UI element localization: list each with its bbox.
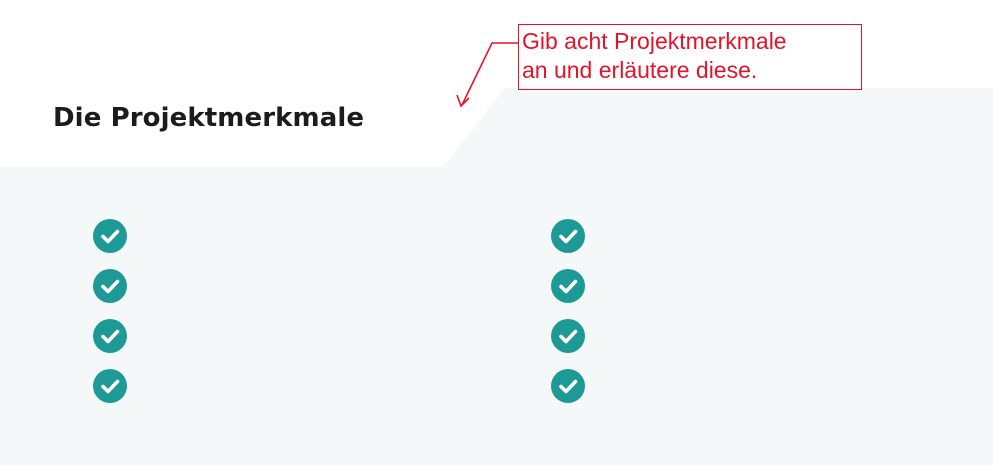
- check-circle-icon: [93, 269, 127, 303]
- check-circle-icon: [551, 319, 585, 353]
- check-circle-icon: [93, 319, 127, 353]
- features-list-left: [93, 211, 393, 411]
- feature-item: [551, 211, 851, 261]
- check-circle-icon: [551, 269, 585, 303]
- check-circle-icon: [93, 219, 127, 253]
- check-circle-icon: [93, 369, 127, 403]
- annotation-comment: Gib acht Projektmerkmale an und erläuter…: [518, 24, 862, 90]
- feature-item: [93, 311, 393, 361]
- check-circle-icon: [551, 219, 585, 253]
- feature-item: [93, 261, 393, 311]
- check-circle-icon: [551, 369, 585, 403]
- annotation-line-2: an und erläutere diese.: [522, 57, 758, 83]
- feature-item: [551, 361, 851, 411]
- page-title: Die Projektmerkmale: [53, 103, 365, 133]
- feature-item: [551, 261, 851, 311]
- page: Die Projektmerkmale Gib acht Projektmerk…: [0, 0, 993, 465]
- annotation-line-1: Gib acht Projektmerkmale: [522, 28, 787, 54]
- feature-item: [551, 311, 851, 361]
- feature-item: [93, 211, 393, 261]
- feature-item: [93, 361, 393, 411]
- features-list-right: [551, 211, 851, 411]
